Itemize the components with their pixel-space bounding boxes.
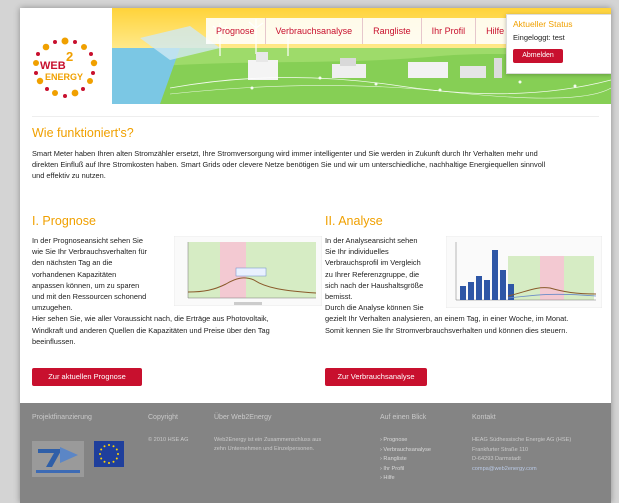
prognose-line: Hier sehen Sie, wie aller Voraussicht na…	[32, 314, 269, 324]
footer-link-ihr-profil[interactable]: › Ihr Profil	[380, 465, 431, 475]
status-box: Aktueller Status Eingeloggt: test Abmeld…	[506, 14, 611, 74]
footer-links: › Prognose › Verbrauchsanalyse › Ranglis…	[380, 436, 431, 484]
footer-heading-copyright: Copyright	[148, 414, 178, 421]
intro-title: Wie funktioniert's?	[32, 126, 134, 140]
svg-text:2: 2	[66, 49, 73, 64]
contact-address: HEAG Südhessische Energie AG (HSE) Frank…	[472, 436, 571, 474]
analyse-line: Somit kennen Sie Ihr Stromverbrauchsverh…	[325, 325, 568, 335]
intro-line: und effektiv zu nutzen.	[32, 171, 106, 181]
footer-link-prognose[interactable]: › Prognose	[380, 436, 431, 446]
footer: Projektfinanzierung Copyright Über Web2E…	[20, 403, 611, 503]
web2energy-logo[interactable]: WEB 2 ENERGY	[28, 36, 102, 98]
footer-link-verbrauchsanalyse[interactable]: › Verbrauchsanalyse	[380, 446, 431, 456]
page: WEB 2 ENERGY Prognose Verbrauchsanalyse …	[20, 8, 611, 503]
fp7-logo	[32, 441, 84, 477]
logged-in-user: Eingeloggt: test	[513, 33, 565, 42]
contact-email-link[interactable]: compa@web2energy.com	[472, 465, 571, 475]
logout-button[interactable]: Abmelden	[513, 49, 563, 63]
nav-verbrauchsanalyse[interactable]: Verbrauchsanalyse	[265, 18, 364, 44]
divider	[32, 116, 599, 117]
copyright-text: © 2010 HSE AG	[148, 437, 189, 443]
intro-text: Smart Meter haben Ihren alten Stromzähle…	[32, 148, 602, 182]
intro-line: direkten Einfluß auf Ihre Stromkosten ha…	[32, 160, 546, 170]
nav-rangliste[interactable]: Rangliste	[363, 18, 422, 44]
footer-link-rangliste[interactable]: › Rangliste	[380, 455, 431, 465]
contact-line: D-64293 Darmstadt	[472, 456, 521, 463]
svg-text:ENERGY: ENERGY	[45, 72, 83, 82]
main-nav: Prognose Verbrauchsanalyse Rangliste Ihr…	[206, 18, 516, 44]
prognose-line: Windkraft und anderen Quellen die Kapazi…	[32, 325, 270, 335]
footer-heading-overview: Auf einen Blick	[380, 414, 427, 421]
contact-line: Frankfurter Straße 110	[472, 446, 529, 453]
prognose-button[interactable]: Zur aktuellen Prognose	[32, 368, 142, 386]
analyse-chart-thumbnail	[446, 236, 602, 308]
analyse-title: II. Analyse	[325, 214, 383, 228]
intro-line: Smart Meter haben Ihren alten Stromzähle…	[32, 149, 538, 158]
about-line: Web2Energy ist ein Zusammenschluss aus	[214, 437, 322, 443]
status-title: Aktueller Status	[513, 19, 573, 29]
footer-heading-contact: Kontakt	[472, 414, 496, 421]
prognose-title: I. Prognose	[32, 214, 96, 228]
header: WEB 2 ENERGY Prognose Verbrauchsanalyse …	[20, 8, 611, 104]
footer-link-hilfe[interactable]: › Hilfe	[380, 474, 431, 484]
svg-text:WEB: WEB	[40, 60, 66, 72]
nav-prognose[interactable]: Prognose	[206, 18, 266, 44]
contact-line: HEAG Südhessische Energie AG (HSE)	[472, 437, 572, 443]
prognose-line: beeinflussen.	[32, 336, 76, 346]
eu-flag-icon	[94, 441, 124, 467]
about-line: zehn Unternehmen und Einzelpersonen.	[214, 446, 315, 452]
about-text: Web2Energy ist ein Zusammenschluss aus z…	[214, 436, 321, 454]
nav-ihr-profil[interactable]: Ihr Profil	[421, 18, 477, 44]
footer-heading-funding: Projektfinanzierung	[32, 414, 92, 421]
footer-heading-about: Über Web2Energy	[214, 414, 272, 421]
analyse-line: gezielt Ihr Verhalten analysieren, an ei…	[325, 314, 569, 324]
analyse-button[interactable]: Zur Verbrauchsanalyse	[325, 368, 427, 386]
prognose-chart-thumbnail	[174, 236, 322, 306]
